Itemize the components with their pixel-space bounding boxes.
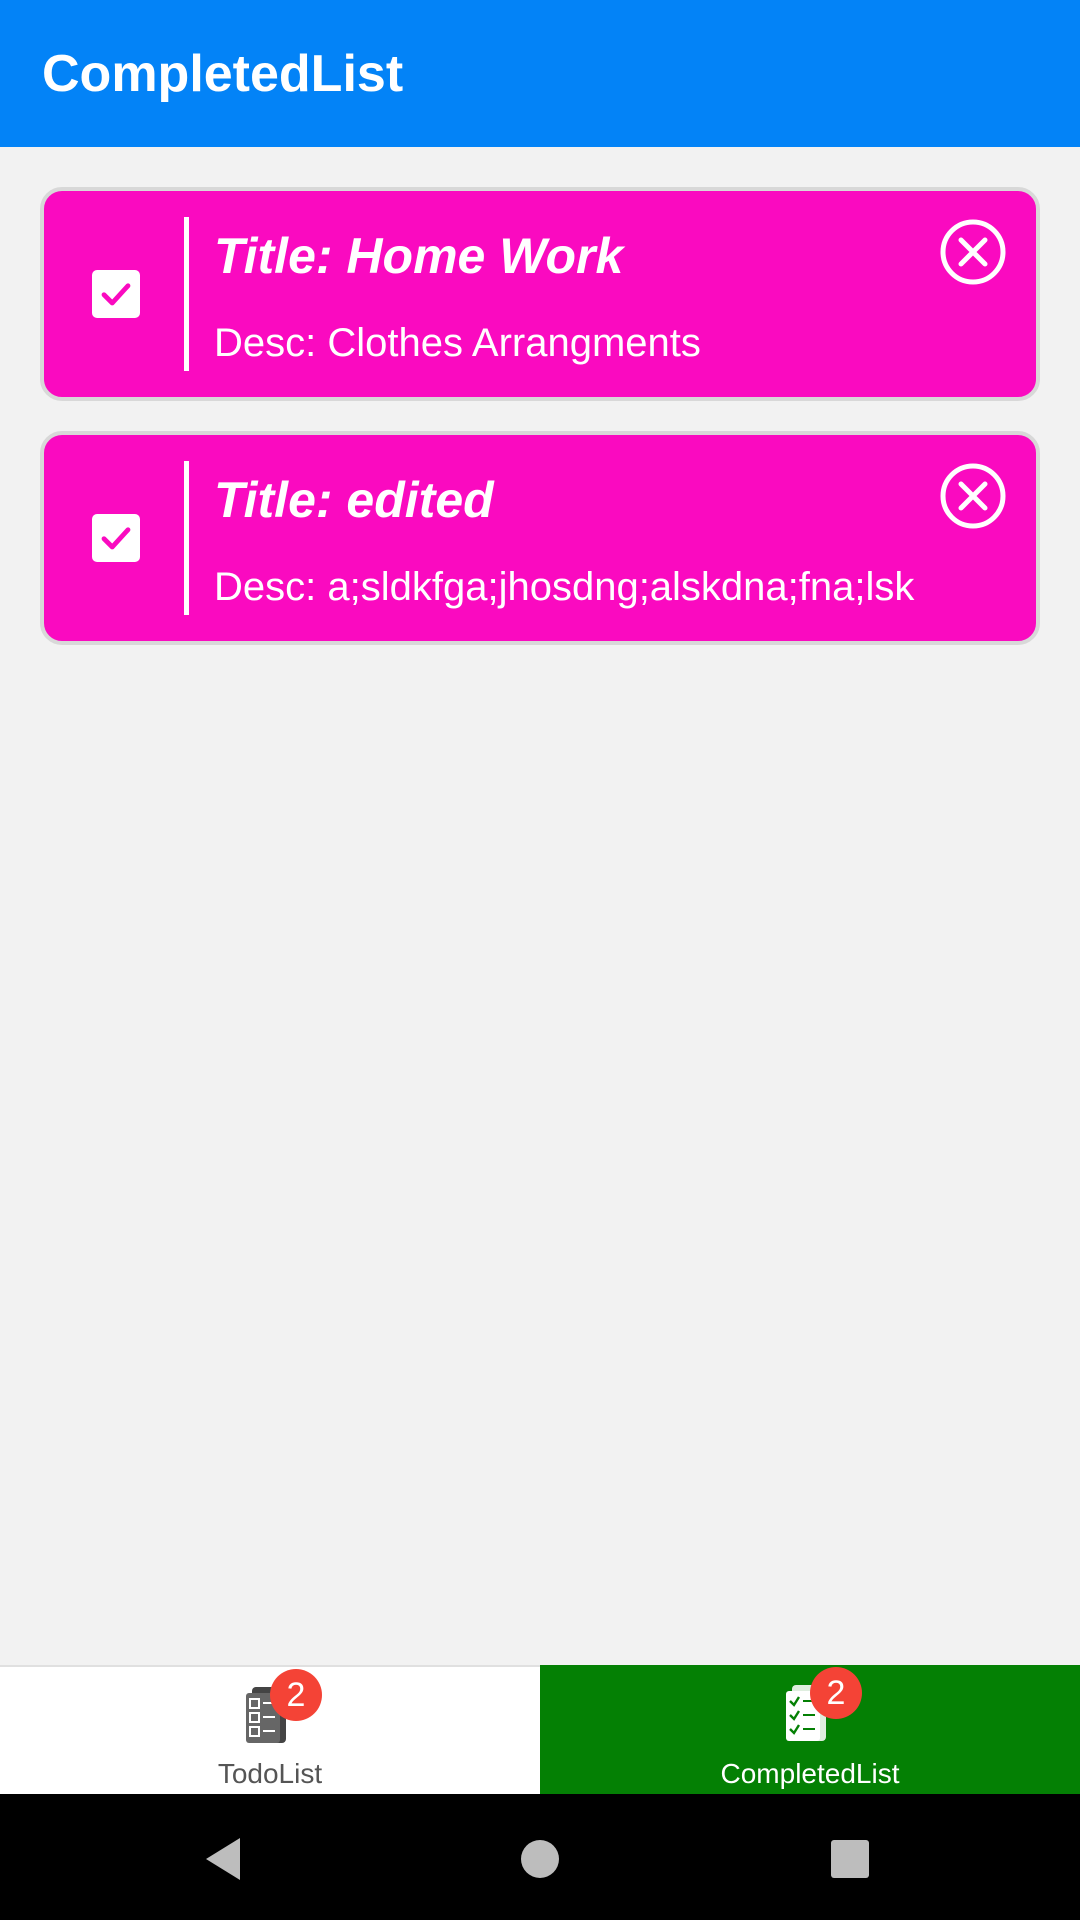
app-bar: CompletedList xyxy=(0,0,1080,147)
close-circle-icon xyxy=(940,219,1006,285)
back-icon xyxy=(206,1838,240,1880)
delete-button[interactable] xyxy=(938,217,1008,287)
item-description: Desc: a;sldkfga;jhosdng;alskdna;fna;lsk xyxy=(214,565,915,609)
item-divider xyxy=(184,217,189,371)
badge-count: 2 xyxy=(810,1667,862,1719)
delete-button[interactable] xyxy=(938,461,1008,531)
nav-home-button[interactable] xyxy=(505,1824,575,1894)
nav-recents-button[interactable] xyxy=(815,1824,885,1894)
item-description: Desc: Clothes Arrangments xyxy=(214,321,701,365)
item-checkbox[interactable] xyxy=(92,514,140,562)
app-root: CompletedList Title: Home Work Desc: Clo… xyxy=(0,0,1080,1920)
list-item[interactable]: Title: edited Desc: a;sldkfga;jhosdng;al… xyxy=(40,431,1040,645)
badge-count: 2 xyxy=(270,1669,322,1721)
close-circle-icon xyxy=(940,463,1006,529)
nav-back-button[interactable] xyxy=(190,1824,260,1894)
check-icon xyxy=(101,283,131,306)
tab-label: TodoList xyxy=(217,1758,323,1789)
system-nav-bar xyxy=(0,1794,1080,1920)
tab-label: CompletedList xyxy=(720,1758,900,1789)
page-title: CompletedList xyxy=(42,44,404,103)
checklist-icon: 2 xyxy=(240,1669,322,1751)
item-title: Title: Home Work xyxy=(214,228,624,284)
list-item[interactable]: Title: Home Work Desc: Clothes Arrangmen… xyxy=(40,187,1040,401)
tab-todolist[interactable]: 2 TodoList xyxy=(0,1665,540,1794)
checklist-icon: 2 xyxy=(780,1667,862,1749)
recents-icon xyxy=(831,1840,869,1878)
check-icon xyxy=(101,527,131,550)
completed-list: Title: Home Work Desc: Clothes Arrangmen… xyxy=(40,187,1040,675)
tab-completedlist[interactable]: 2 CompletedList xyxy=(540,1665,1080,1794)
bottom-tab-bar: 2 TodoList 2 CompletedList xyxy=(0,1665,1080,1794)
home-icon xyxy=(521,1840,559,1878)
item-checkbox[interactable] xyxy=(92,270,140,318)
item-title: Title: edited xyxy=(214,472,494,528)
item-divider xyxy=(184,461,189,615)
